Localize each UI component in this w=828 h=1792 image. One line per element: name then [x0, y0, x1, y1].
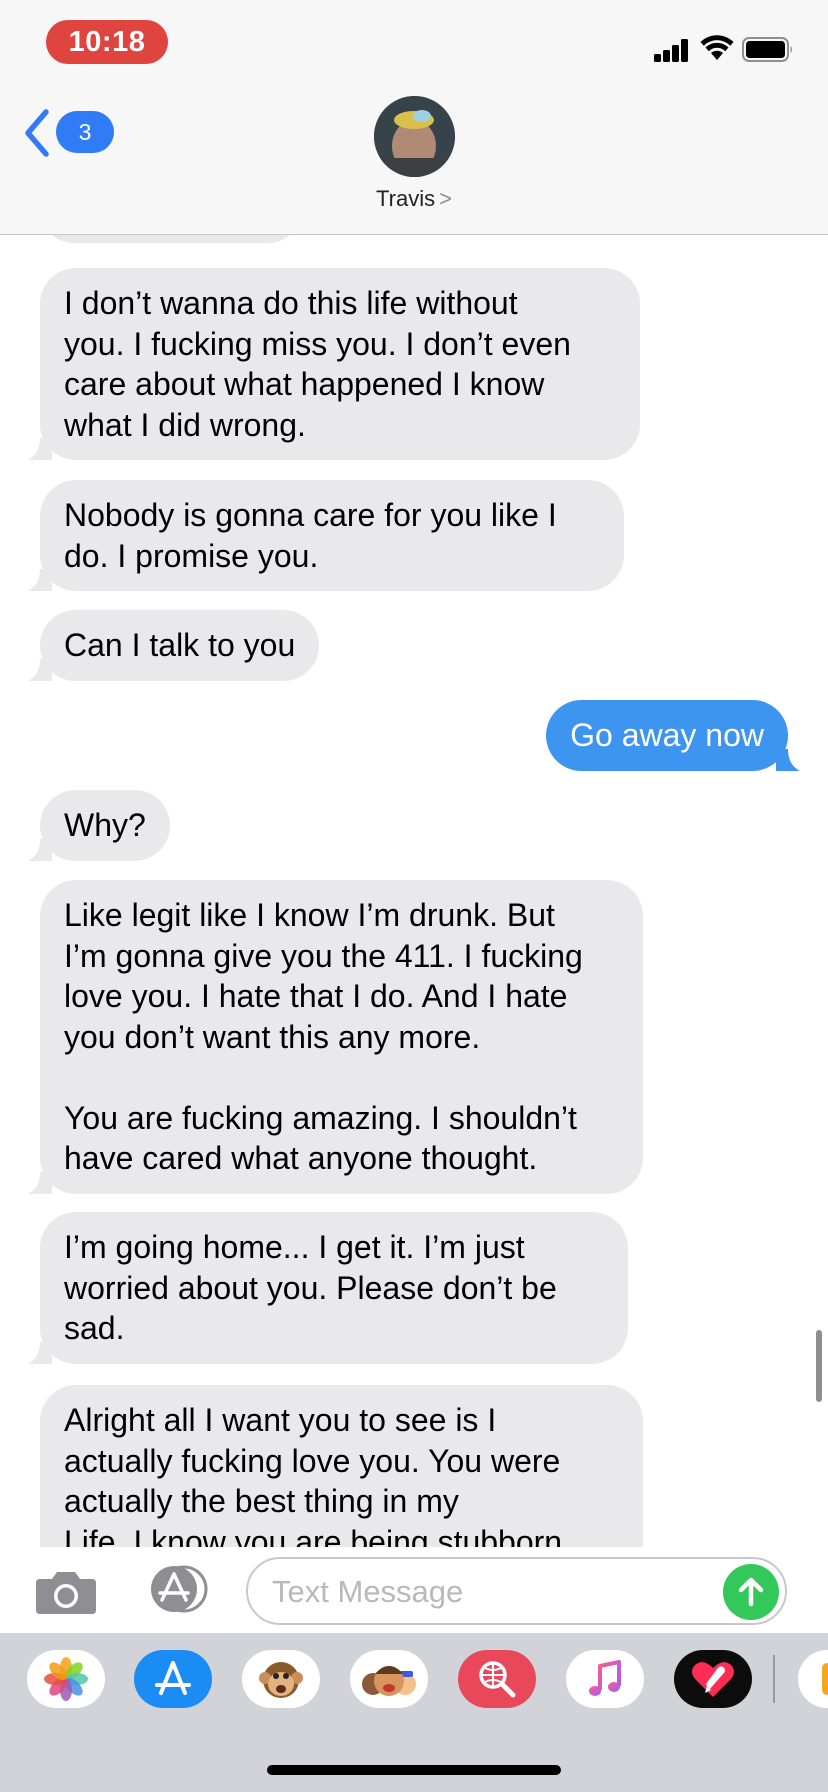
- imessage-app-drawer: [0, 1633, 828, 1792]
- message-bubble-outgoing[interactable]: Go away now: [546, 700, 800, 771]
- conversation-header: 3 Travis >: [0, 90, 828, 235]
- bubble-tail: [28, 569, 52, 591]
- message-bubble-incoming[interactable]: Like legit like I know I’m drunk. But I’…: [28, 880, 643, 1194]
- app-store-icon[interactable]: [140, 1565, 212, 1613]
- message-bubble-incoming[interactable]: Alright all I want you to see is I actua…: [40, 1385, 643, 1547]
- back-button[interactable]: 3: [22, 108, 114, 158]
- scroll-indicator[interactable]: [816, 1330, 822, 1402]
- music-icon[interactable]: [566, 1650, 644, 1708]
- message-text: Nobody is gonna care for you like I do. …: [64, 497, 557, 574]
- message-bubble-incoming[interactable]: Why?: [28, 790, 170, 861]
- message-bubble-incoming[interactable]: [40, 235, 302, 243]
- wifi-icon: [700, 35, 734, 60]
- photos-icon[interactable]: [27, 1650, 105, 1708]
- message-input-field[interactable]: [246, 1557, 787, 1625]
- bubble-tail: [28, 658, 52, 681]
- message-text: Go away now: [570, 717, 764, 753]
- chevron-left-icon: [25, 109, 49, 157]
- unread-count-badge: 3: [56, 111, 114, 153]
- chevron-right-icon: >: [439, 186, 452, 211]
- send-arrow-icon: [738, 1577, 764, 1607]
- memoji-icon[interactable]: [350, 1650, 428, 1708]
- avatar-photo: [374, 96, 455, 177]
- digital-touch-icon[interactable]: [674, 1650, 752, 1708]
- message-text: Can I talk to you: [64, 627, 296, 663]
- cellular-signal-icon: [654, 38, 690, 62]
- message-text: Like legit like I know I’m drunk. But I’…: [64, 897, 583, 1176]
- contact-name-button[interactable]: Travis >: [0, 186, 828, 212]
- bubble-tail: [28, 438, 52, 460]
- message-text: Alright all I want you to see is I actua…: [64, 1402, 563, 1547]
- app-store-icon[interactable]: [134, 1650, 212, 1708]
- web-search-icon[interactable]: [458, 1650, 536, 1708]
- send-button[interactable]: [723, 1564, 779, 1620]
- message-bubble-incoming[interactable]: Nobody is gonna care for you like I do. …: [28, 480, 624, 591]
- bubble-tail: [776, 748, 800, 771]
- avatar[interactable]: [374, 96, 455, 177]
- message-bubble-incoming[interactable]: I’m going home... I get it. I’m just wor…: [28, 1212, 628, 1364]
- status-bar: 10:18: [0, 0, 828, 90]
- message-thread[interactable]: I don’t wanna do this life without you. …: [0, 235, 828, 1547]
- status-time[interactable]: 10:18: [46, 20, 168, 64]
- message-text: I don’t wanna do this life without you. …: [64, 285, 571, 443]
- message-text: I’m going home... I get it. I’m just wor…: [64, 1229, 557, 1346]
- message-bubble-incoming[interactable]: Can I talk to you: [28, 610, 320, 681]
- animoji-icon[interactable]: [242, 1650, 320, 1708]
- compose-bar: [0, 1547, 828, 1633]
- message-bubble-incoming[interactable]: I don’t wanna do this life without you. …: [28, 268, 640, 460]
- message-input[interactable]: [272, 1569, 692, 1615]
- contact-name: Travis: [376, 186, 436, 211]
- bubble-tail: [28, 838, 52, 861]
- stickers-icon[interactable]: [798, 1650, 828, 1708]
- drawer-divider: [773, 1655, 775, 1703]
- bubble-tail: [28, 1171, 52, 1194]
- battery-icon: [742, 37, 792, 62]
- message-text: Why?: [64, 807, 146, 843]
- home-indicator[interactable]: [267, 1765, 561, 1775]
- camera-icon[interactable]: [34, 1569, 98, 1615]
- bubble-tail: [28, 1341, 52, 1364]
